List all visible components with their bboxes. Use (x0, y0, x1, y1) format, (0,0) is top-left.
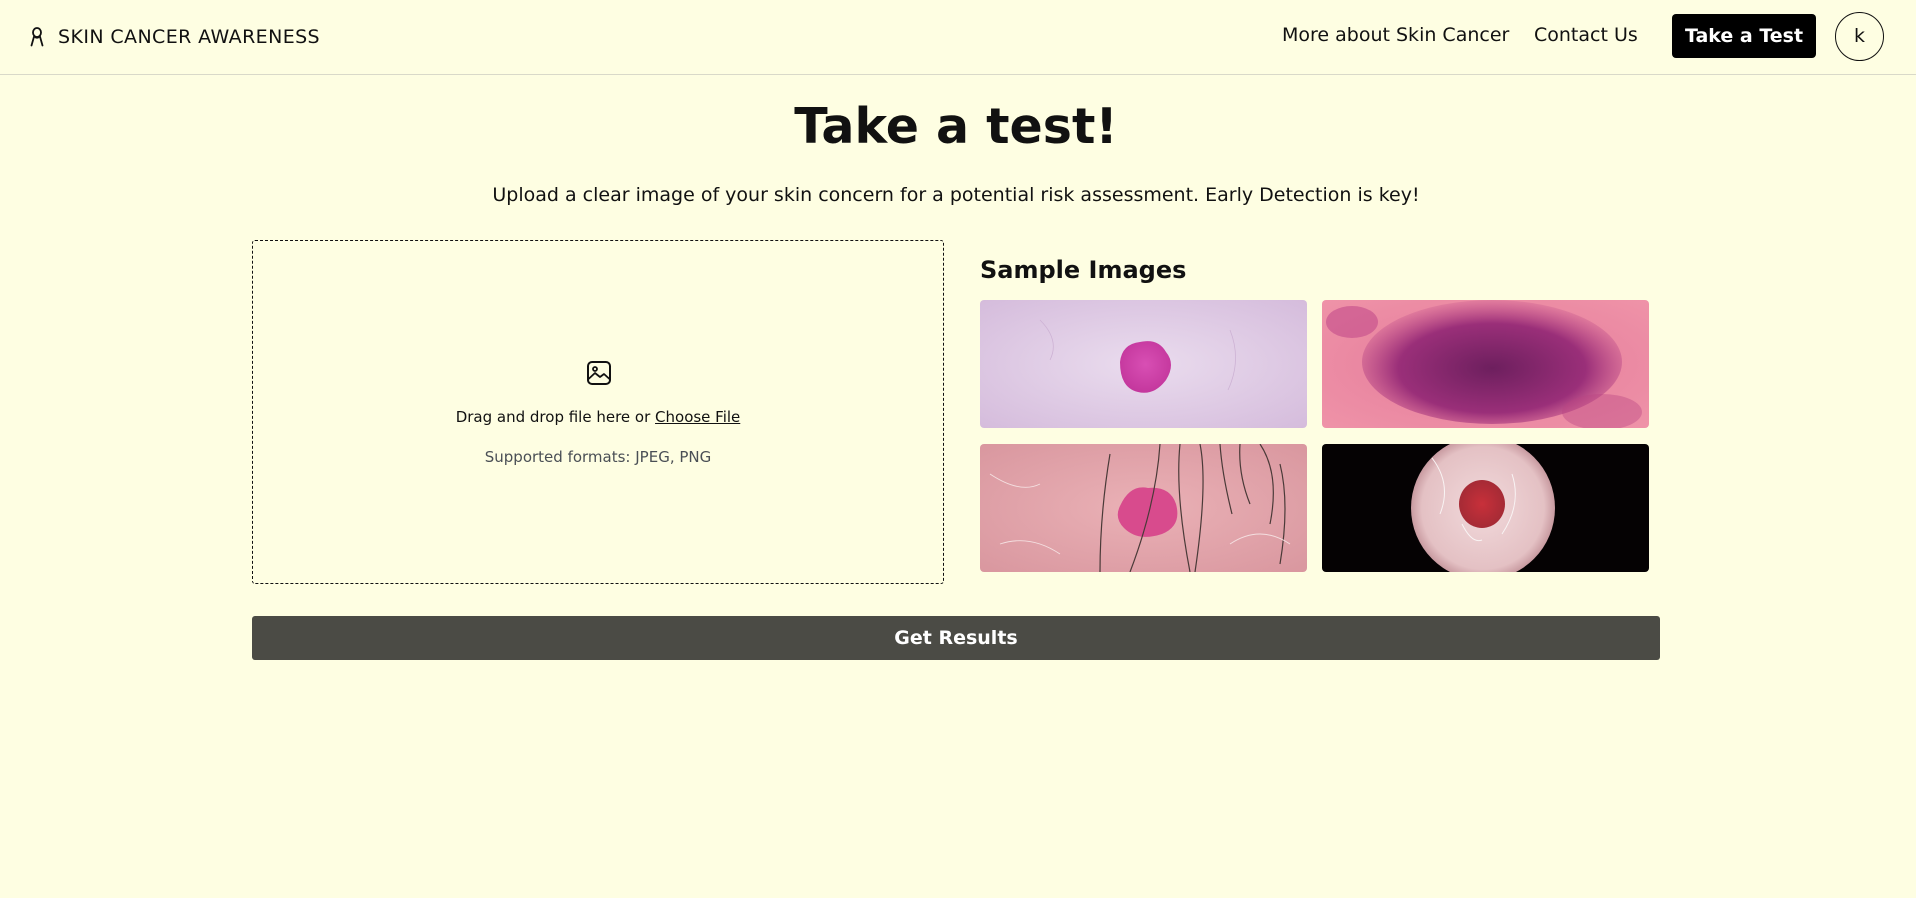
choose-file-link[interactable]: Choose File (655, 408, 740, 426)
top-navbar: SKIN CANCER AWARENESS More about Skin Ca… (0, 0, 1916, 75)
drop-instructions: Drag and drop file here or Choose File (253, 405, 943, 429)
brand-name: SKIN CANCER AWARENESS (58, 26, 321, 48)
awareness-ribbon-icon (30, 27, 44, 47)
sample-image[interactable] (980, 444, 1307, 572)
sample-image[interactable] (980, 300, 1307, 428)
supported-formats-text: Supported formats: JPEG, PNG (484, 448, 712, 466)
nav-link-contact-us[interactable]: Contact Us (1534, 20, 1638, 50)
get-results-button[interactable]: Get Results (252, 616, 1660, 660)
user-avatar[interactable]: k (1835, 12, 1884, 61)
take-a-test-button[interactable]: Take a Test (1672, 14, 1816, 58)
sample-images-heading: Sample Images (980, 256, 1187, 284)
drop-text: Drag and drop file here or (455, 408, 656, 426)
page-title: Take a test! (794, 98, 1118, 155)
nav-link-more-about-skin-cancer[interactable]: More about Skin Cancer (1282, 20, 1509, 50)
sample-image[interactable] (1322, 444, 1649, 572)
image-icon (585, 359, 613, 387)
page-subtitle: Upload a clear image of your skin concer… (492, 184, 1420, 206)
sample-image[interactable] (1322, 300, 1649, 428)
brand-link[interactable]: SKIN CANCER AWARENESS (30, 22, 320, 52)
file-dropzone[interactable]: Drag and drop file here or Choose File S… (252, 240, 944, 584)
